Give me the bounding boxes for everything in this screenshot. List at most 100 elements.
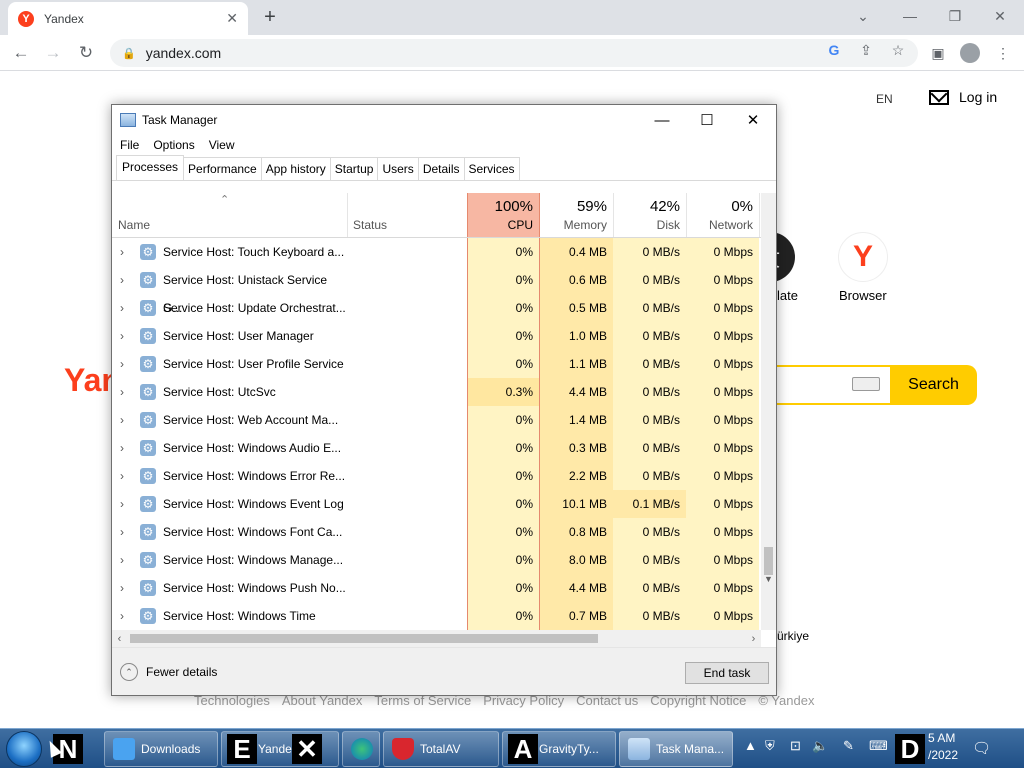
service-gear-icon: ⚙	[140, 524, 156, 540]
table-row[interactable]: › ⚙ Service Host: User Profile Service 0% 1.…	[112, 350, 761, 378]
google-lens-icon[interactable]: G	[824, 40, 844, 60]
expand-chevron-icon[interactable]: ›	[120, 602, 130, 630]
new-tab-button[interactable]: +	[258, 5, 282, 29]
taskbar-downloads[interactable]: Downloads	[104, 731, 218, 767]
table-row[interactable]: › ⚙ Service Host: Web Account Ma... 0% 1.4 M…	[112, 406, 761, 434]
restore-button[interactable]: ❐	[940, 4, 970, 28]
service-label-browser[interactable]: Browser	[839, 288, 887, 303]
taskbar-totalav[interactable]: TotalAV	[383, 731, 499, 767]
end-task-button[interactable]: End task	[685, 662, 769, 684]
table-row[interactable]: › ⚙ Service Host: Windows Push No... 0% 4.4 …	[112, 574, 761, 602]
fewer-details-toggle[interactable]: ⌃ Fewer details	[120, 663, 217, 681]
tab-startup[interactable]: Startup	[329, 157, 379, 180]
expand-chevron-icon[interactable]: ›	[120, 518, 130, 546]
notifications-icon[interactable]: 🗨	[972, 739, 991, 757]
side-panel-icon[interactable]: ▣	[925, 40, 951, 66]
table-row[interactable]: › ⚙ Service Host: Touch Keyboard a... 0% 0.4…	[112, 238, 761, 266]
tab-users[interactable]: Users	[377, 157, 419, 180]
col-header-status[interactable]: Status	[347, 193, 467, 237]
process-memory: 1.0 MB	[540, 322, 613, 350]
vertical-scrollbar[interactable]: ▼	[761, 193, 776, 630]
network-icon[interactable]: ⊡	[790, 738, 801, 754]
process-disk: 0 MB/s	[613, 546, 686, 574]
tab-app-history[interactable]: App history	[260, 157, 331, 180]
expand-chevron-icon[interactable]: ›	[120, 266, 130, 294]
keyboard-tray-icon[interactable]: ⌨	[869, 738, 888, 754]
process-network: 0 Mbps	[686, 546, 759, 574]
browser-icon[interactable]: Y	[838, 232, 888, 282]
tm-minimize-button[interactable]: —	[639, 108, 685, 132]
address-bar[interactable]: 🔒 yandex.com	[110, 39, 918, 67]
table-row[interactable]: › ⚙ Service Host: Windows Event Log 0% 10.1 …	[112, 490, 761, 518]
menu-kebab-icon[interactable]: ⋮	[990, 40, 1016, 66]
menu-view[interactable]: View	[209, 135, 235, 155]
expand-chevron-icon[interactable]: ›	[120, 350, 130, 378]
clock-time[interactable]: 5 AM	[928, 731, 955, 745]
tab-yandex[interactable]: Y Yandex ✕	[8, 2, 248, 35]
expand-chevron-icon[interactable]: ›	[120, 434, 130, 462]
expand-chevron-icon[interactable]: ›	[120, 322, 130, 350]
security-shield-icon[interactable]: ⛨	[765, 738, 775, 754]
tab-search-icon[interactable]: ⌄	[848, 4, 878, 28]
table-row[interactable]: › ⚙ Service Host: Windows Error Re... 0% 2.2…	[112, 462, 761, 490]
table-row[interactable]: › ⚙ Service Host: Windows Manage... 0% 8.0 M…	[112, 546, 761, 574]
table-row[interactable]: › ⚙ Service Host: User Manager 0% 1.0 MB 0 MB…	[112, 322, 761, 350]
reload-icon[interactable]: ↻	[73, 40, 99, 66]
col-header-disk[interactable]: 42% Disk	[613, 193, 686, 237]
clock-date[interactable]: /2022	[928, 748, 958, 762]
taskbar-task-manager[interactable]: Task Mana...	[619, 731, 733, 767]
scroll-thumb[interactable]	[130, 634, 598, 643]
menu-options[interactable]: Options	[153, 135, 194, 155]
scroll-thumb[interactable]	[764, 547, 773, 575]
expand-chevron-icon[interactable]: ›	[120, 378, 130, 406]
start-button[interactable]	[6, 731, 42, 767]
tm-title: Task Manager	[142, 113, 218, 127]
minimize-button[interactable]: —	[895, 4, 925, 28]
col-header-cpu[interactable]: 100% CPU	[467, 193, 540, 237]
scroll-left-icon[interactable]: ‹	[112, 630, 127, 647]
tab-performance[interactable]: Performance	[183, 157, 262, 180]
col-header-name[interactable]: Name	[112, 193, 347, 237]
tab-services[interactable]: Services	[463, 157, 520, 180]
bookmark-star-icon[interactable]: ☆	[888, 40, 908, 60]
horizontal-scrollbar[interactable]: ‹ ›	[112, 630, 761, 647]
tab-details[interactable]: Details	[417, 157, 465, 180]
service-gear-icon: ⚙	[140, 440, 156, 456]
table-row[interactable]: › ⚙ Service Host: Unistack Service G... 0% 0…	[112, 266, 761, 315]
service-label-translate[interactable]: late	[777, 288, 798, 303]
keyboard-icon[interactable]	[852, 377, 880, 391]
forward-arrow-icon[interactable]: →	[40, 40, 66, 66]
table-row[interactable]: › ⚙ Service Host: UtcSvc 0.3% 4.4 MB 0 MB/s 0 …	[112, 378, 761, 406]
table-row[interactable]: › ⚙ Service Host: Windows Time 0% 0.7 MB 0 MB…	[112, 602, 761, 630]
tab-processes[interactable]: Processes	[116, 155, 185, 180]
table-row[interactable]: › ⚙ Service Host: Windows Font Ca... 0% 0.8 …	[112, 518, 761, 546]
expand-chevron-icon[interactable]: ›	[120, 574, 130, 602]
close-window-button[interactable]: ✕	[985, 4, 1015, 28]
tm-close-button[interactable]: ✕	[730, 108, 776, 132]
scroll-right-icon[interactable]: ›	[746, 630, 761, 647]
expand-chevron-icon[interactable]: ›	[120, 238, 130, 266]
show-hidden-icons[interactable]: ▲	[744, 738, 757, 753]
expand-chevron-icon[interactable]: ›	[120, 546, 130, 574]
close-tab-icon[interactable]: ✕	[226, 10, 238, 27]
expand-chevron-icon[interactable]: ›	[120, 490, 130, 518]
share-icon[interactable]: ⇪	[856, 40, 876, 60]
menu-file[interactable]: File	[120, 135, 139, 155]
col-header-network[interactable]: 0% Network	[686, 193, 759, 237]
expand-chevron-icon[interactable]: ›	[120, 294, 130, 322]
expand-chevron-icon[interactable]: ›	[120, 406, 130, 434]
language-switch[interactable]: EN	[876, 92, 893, 106]
table-row[interactable]: › ⚙ Service Host: Windows Audio E... 0% 0.3 …	[112, 434, 761, 462]
back-arrow-icon[interactable]: ←	[8, 40, 34, 66]
search-button[interactable]: Search	[890, 365, 977, 405]
pen-icon[interactable]: ✎	[843, 738, 854, 754]
col-header-memory[interactable]: 59% Memory	[540, 193, 613, 237]
login-link[interactable]: Log in	[929, 89, 997, 105]
region-label[interactable]: ürkiye	[777, 629, 809, 643]
expand-chevron-icon[interactable]: ›	[120, 462, 130, 490]
profile-button[interactable]	[957, 40, 983, 66]
taskbar-edge[interactable]	[342, 731, 380, 767]
tm-maximize-button[interactable]: ☐	[684, 108, 730, 132]
table-row[interactable]: › ⚙ Service Host: Update Orchestrat... 0% 0.…	[112, 294, 761, 322]
volume-icon[interactable]: 🔈	[812, 738, 828, 754]
